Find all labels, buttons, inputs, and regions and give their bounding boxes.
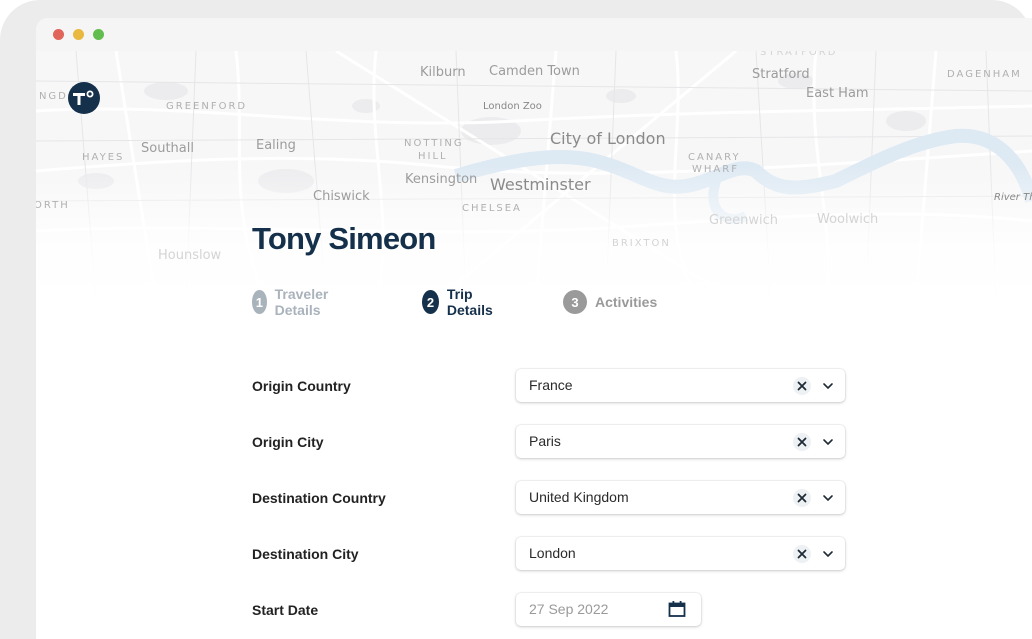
form-row-origin-country: Origin Country France — [252, 369, 852, 403]
select-value: Paris — [529, 433, 561, 449]
start-date-input[interactable]: 27 Sep 2022 — [516, 593, 701, 626]
map-label: Stratford — [752, 67, 810, 82]
app-window: INGD GREENFORD HAYES Southall Ealing Chi… — [36, 18, 1032, 639]
brand-logo-icon — [73, 90, 94, 105]
map-label: Westminster — [490, 175, 591, 194]
map-label: Southall — [141, 141, 194, 156]
close-icon — [797, 381, 807, 391]
origin-city-select[interactable]: Paris — [516, 425, 845, 458]
step-number: 2 — [422, 290, 439, 314]
destination-city-select[interactable]: London — [516, 537, 845, 570]
map-label: HAYES — [82, 152, 125, 163]
map-label: HILL — [418, 151, 448, 162]
origin-country-select[interactable]: France — [516, 369, 845, 402]
map-label: Kensington — [405, 172, 478, 187]
chevron-down-icon[interactable] — [822, 436, 834, 448]
clear-button[interactable] — [793, 377, 811, 395]
destination-country-select[interactable]: United Kingdom — [516, 481, 845, 514]
map-label: Ealing — [256, 138, 296, 153]
chevron-down-icon[interactable] — [822, 380, 834, 392]
close-icon — [797, 493, 807, 503]
field-label: Origin Country — [252, 378, 351, 394]
map-label: Greenwich — [709, 213, 778, 228]
select-value: London — [529, 545, 576, 561]
map-label: CHELSEA — [462, 203, 522, 214]
step-number: 1 — [252, 290, 267, 314]
form-row-destination-city: Destination City London — [252, 537, 852, 571]
map-label: Kilburn — [420, 65, 466, 80]
clear-button[interactable] — [793, 545, 811, 563]
map-label: GREENFORD — [166, 101, 248, 112]
field-label: Origin City — [252, 434, 324, 450]
map-label: DAGENHAM — [947, 69, 1022, 80]
step-label: Traveler Details — [274, 286, 329, 318]
map-background: INGD GREENFORD HAYES Southall Ealing Chi… — [36, 51, 1032, 301]
field-label: Destination City — [252, 546, 359, 562]
map-label: Camden Town — [489, 64, 580, 79]
map-label: Hounslow — [158, 248, 222, 263]
close-icon — [797, 437, 807, 447]
form-row-destination-country: Destination Country United Kingdom — [252, 481, 852, 515]
map-label: STRATFORD — [760, 51, 838, 58]
field-label: Destination Country — [252, 490, 386, 506]
field-label: Start Date — [252, 602, 319, 618]
chevron-down-icon[interactable] — [822, 492, 834, 504]
clear-button[interactable] — [793, 489, 811, 507]
map-label: City of London — [550, 129, 666, 148]
map-label: London Zoo — [483, 101, 542, 112]
date-value: 27 Sep 2022 — [529, 601, 609, 617]
map-label: River Thames — [994, 192, 1032, 203]
form-row-origin-city: Origin City Paris — [252, 425, 852, 459]
step-trip-details[interactable]: 2 Trip Details — [422, 286, 500, 318]
close-icon — [797, 549, 807, 559]
form-row-start-date: Start Date 27 Sep 2022 — [252, 593, 852, 627]
step-traveler-details[interactable]: 1 Traveler Details — [252, 286, 338, 318]
map-label: ORTH — [36, 200, 70, 211]
clear-button[interactable] — [793, 433, 811, 451]
map-label: East Ham — [806, 86, 869, 101]
select-value: France — [529, 377, 573, 393]
brand-logo[interactable] — [68, 82, 100, 114]
map-label: BRIXTON — [612, 238, 671, 249]
step-label: Activities — [595, 294, 658, 310]
calendar-icon[interactable] — [668, 600, 686, 618]
close-window-button[interactable] — [53, 29, 64, 40]
page-title: Tony Simeon — [252, 221, 436, 256]
map-label: Chiswick — [313, 189, 370, 204]
map-label: CANARY — [688, 152, 741, 163]
select-value: United Kingdom — [529, 489, 629, 505]
minimize-window-button[interactable] — [73, 29, 84, 40]
step-number: 3 — [563, 290, 587, 314]
maximize-window-button[interactable] — [93, 29, 104, 40]
chevron-down-icon[interactable] — [822, 548, 834, 560]
step-activities[interactable]: 3 Activities — [563, 290, 657, 314]
map-label: WHARF — [692, 164, 739, 175]
title-bar — [36, 18, 1032, 51]
map-label: INGD — [36, 91, 68, 102]
step-label: Trip Details — [446, 286, 493, 318]
map-label: NOTTING — [404, 138, 464, 149]
map-label: Woolwich — [817, 212, 879, 227]
